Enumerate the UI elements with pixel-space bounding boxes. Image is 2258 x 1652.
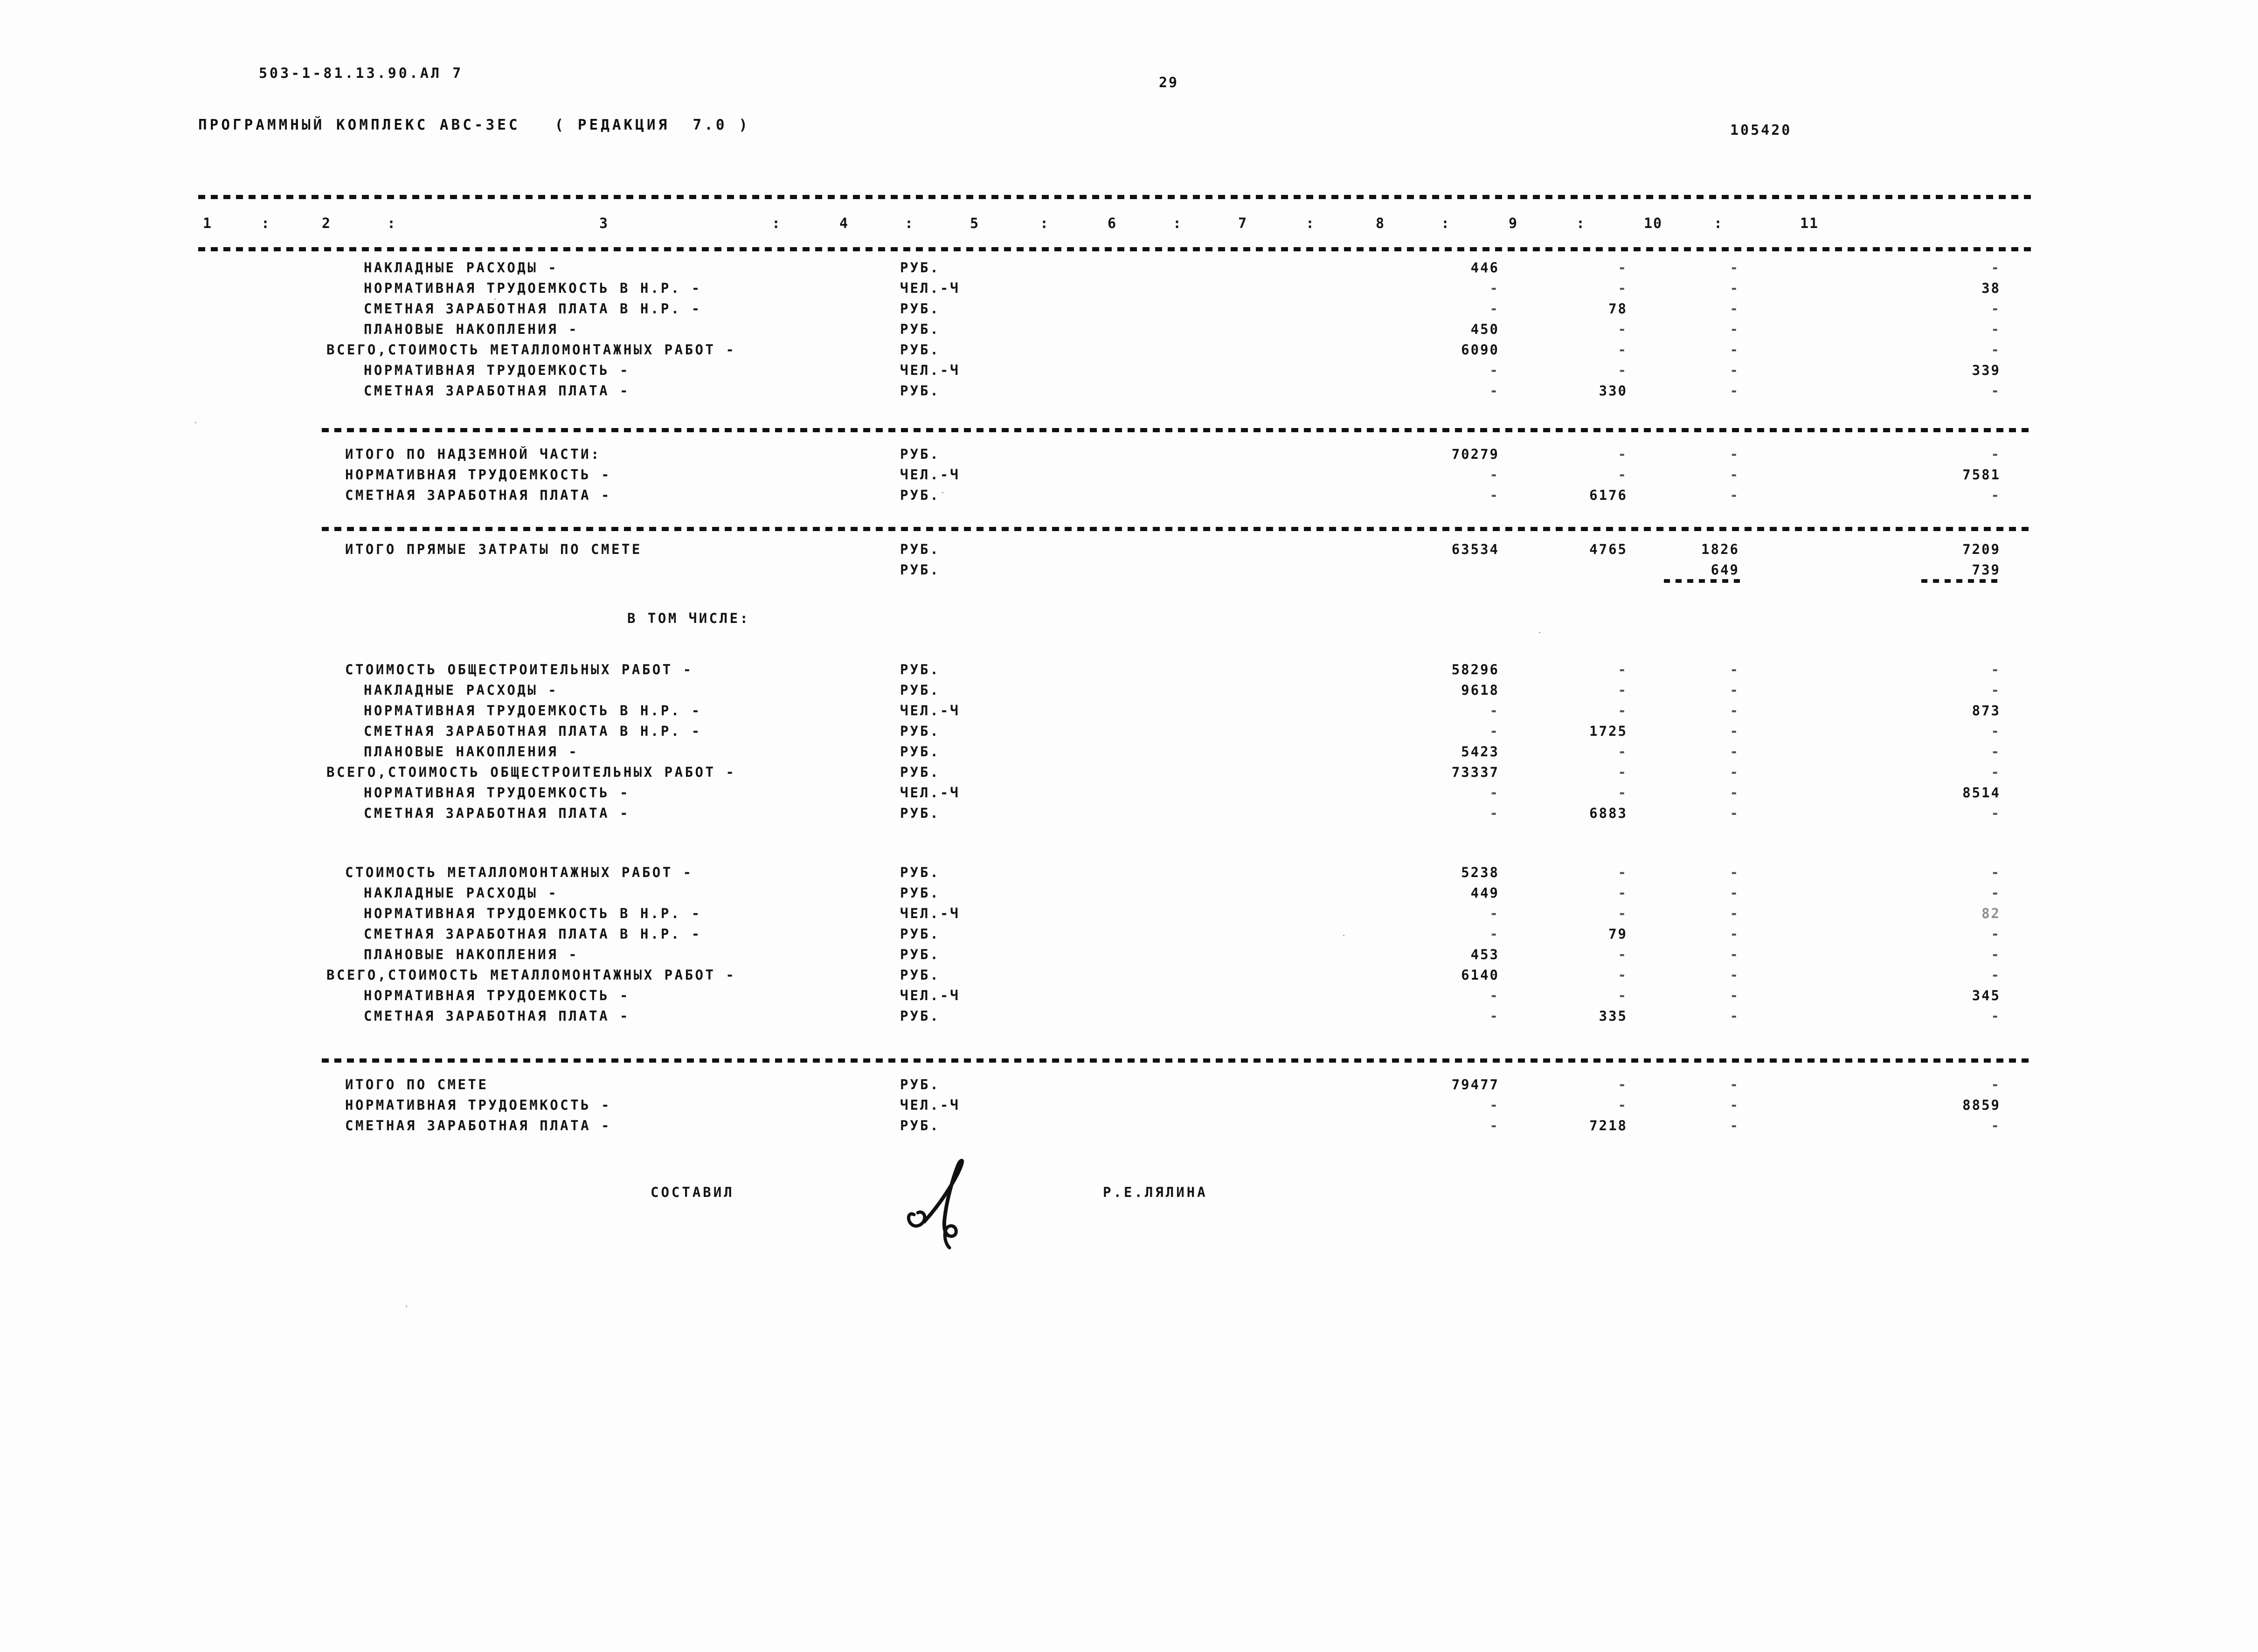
compiled-by-label: СОСТАВИЛ (651, 1184, 734, 1200)
column-header-6: 6 (1108, 215, 1117, 232)
column-header-2: 2 (322, 215, 332, 232)
ground-subtotal-row-col11-0: - (1991, 446, 2001, 462)
rule-before-ground-subtotal (322, 428, 2032, 432)
column-header-1: 1 (203, 215, 213, 232)
table-top-rule (198, 195, 2032, 199)
column-header-11: 11 (1800, 215, 1819, 232)
ground-subtotal-row-col11-2: - (1991, 487, 2001, 503)
column-header-3: 3 (599, 215, 609, 232)
scan-speck (1539, 632, 1540, 633)
metal-assembly-row-col11-3: - (1991, 926, 2001, 942)
column-separator: : (1441, 215, 1451, 232)
grand-total-row-col11-0: - (1991, 1077, 2001, 1092)
direct-costs-row-col11-1: 739 (1972, 562, 2001, 578)
document-page: 503-1-81.13.90.АЛ 7 29 ПРОГРАММНЫЙ КОМПЛ… (0, 0, 2258, 1652)
general-construction-row-col11-1: - (1991, 682, 2001, 698)
compiled-by-name: Р.Е.ЛЯЛИНА (1103, 1184, 1208, 1200)
metal-tail-row-col11-1: 38 (1981, 280, 2001, 296)
general-construction-row-col11-2: 873 (1972, 703, 2001, 719)
column-separator: : (772, 215, 782, 232)
metal-assembly-row-col11-2: 82 (1981, 905, 2001, 921)
grand-total-row-col11-1: 8859 (1962, 1097, 2001, 1113)
scan-speck (494, 298, 496, 300)
metal-assembly-row-col11-0: - (1991, 864, 2001, 880)
ground-subtotal-row-col11-1: 7581 (1962, 467, 2001, 483)
column-header-8: 8 (1376, 215, 1385, 232)
scan-speck (406, 1306, 407, 1307)
drawing-code: 503-1-81.13.90.АЛ 7 (259, 65, 464, 82)
column-header-10: 10 (1644, 215, 1663, 232)
general-construction-row-col11-5: - (1991, 764, 2001, 780)
underline-col11 (1921, 579, 2001, 583)
metal-assembly-row-col11-5: - (1991, 967, 2001, 983)
scan-speck (942, 492, 943, 493)
metal-tail-row-col11-4: - (1991, 342, 2001, 358)
scan-speck (1343, 935, 1344, 936)
column-separator: : (1306, 215, 1316, 232)
underline-col9 (1664, 579, 1742, 583)
column-separator: : (1714, 215, 1724, 232)
metal-assembly-row-col11-7: - (1991, 1008, 2001, 1024)
metal-tail-row-col11-3: - (1991, 321, 2001, 337)
in-which-label: В ТОМ ЧИСЛЕ: (627, 610, 750, 626)
column-header-9: 9 (1509, 215, 1518, 232)
metal-assembly-row-col11-1: - (1991, 885, 2001, 901)
column-separator: : (905, 215, 914, 232)
column-separator: : (261, 215, 271, 232)
page-number: 29 (1159, 75, 1179, 91)
column-header-7: 7 (1238, 215, 1248, 232)
general-construction-row-col11-7: - (1991, 805, 2001, 821)
metal-tail-row-col11-2: - (1991, 301, 2001, 317)
scan-speck (195, 422, 196, 423)
column-separator: : (1173, 215, 1183, 232)
metal-assembly-row-col11-6: 345 (1972, 988, 2001, 1003)
rule-before-direct-costs (322, 527, 2032, 531)
general-construction-row-col11-0: - (1991, 662, 2001, 677)
general-construction-row-col11-4: - (1991, 744, 2001, 760)
metal-tail-row-col11-6: - (1991, 383, 2001, 399)
metal-assembly-row-col11-4: - (1991, 947, 2001, 962)
general-construction-row-col11-3: - (1991, 723, 2001, 739)
metal-tail-row-col11-5: 339 (1972, 362, 2001, 378)
column-header-5: 5 (970, 215, 980, 232)
column-separator: : (1040, 215, 1050, 232)
table-header-bottom-rule (198, 247, 2032, 251)
metal-tail-row-col11-0: - (1991, 260, 2001, 276)
column-separator: : (387, 215, 397, 232)
column-separator: : (1576, 215, 1586, 232)
rule-before-grand-total (322, 1058, 2032, 1063)
grand-total-row-col11-2: - (1991, 1118, 2001, 1134)
document-number: 105420 (1730, 122, 1792, 138)
general-construction-row-col11-6: 8514 (1962, 785, 2001, 801)
direct-costs-row-col11-0: 7209 (1962, 541, 2001, 557)
program-title: ПРОГРАММНЫЙ КОМПЛЕКС АВС-ЗЕС ( РЕДАКЦИЯ … (198, 117, 750, 133)
handwritten-signature-icon (907, 1159, 964, 1250)
column-header-4: 4 (839, 215, 849, 232)
